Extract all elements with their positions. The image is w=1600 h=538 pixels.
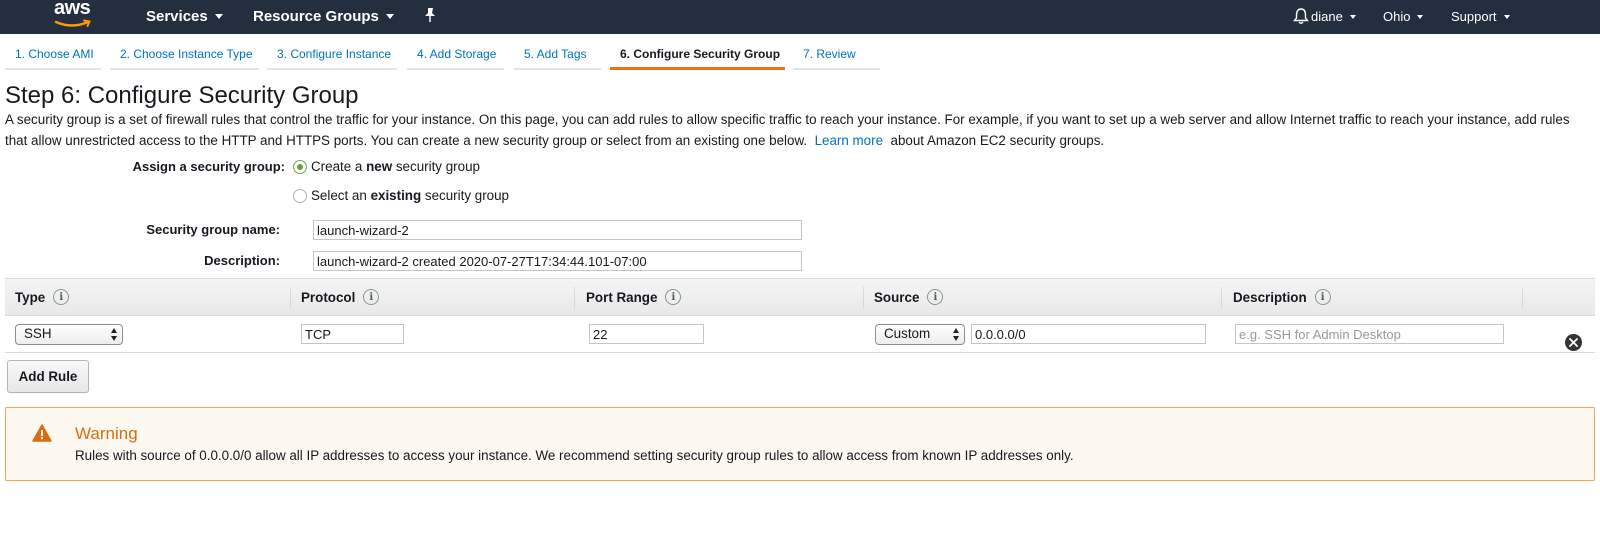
tab-configure-security-group[interactable]: 6. Configure Security Group [610, 40, 785, 70]
chevron-down-icon [1349, 14, 1356, 19]
info-icon[interactable]: i [1314, 289, 1331, 305]
description-input[interactable] [313, 251, 802, 271]
aws-smile-icon [54, 19, 91, 27]
warning-title: Warning [75, 424, 138, 443]
services-menu[interactable]: Services [146, 8, 223, 25]
radio-text-post: security group [392, 159, 480, 174]
warning-text: Rules with source of 0.0.0.0/0 allow all… [75, 448, 1074, 463]
assign-group-label: Assign a security group: [132, 159, 285, 174]
radio-text-pre: Select an [311, 188, 371, 203]
column-source-label: Source [874, 289, 920, 305]
port-range-input[interactable] [589, 324, 704, 344]
description-label: Description: [204, 253, 280, 268]
info-icon[interactable]: i [363, 289, 380, 305]
radio-text-pre: Create a [311, 159, 367, 174]
radio-select-existing-label: Select an existing security group [311, 188, 509, 203]
tab-choose-ami[interactable]: 1. Choose AMI [5, 40, 101, 70]
services-label: Services [146, 8, 208, 25]
chevron-down-icon [385, 14, 394, 19]
column-description: Description i [1233, 289, 1331, 305]
user-label: diane [1311, 9, 1343, 24]
source-select[interactable]: Custom [875, 324, 965, 345]
aws-logo[interactable]: aws [54, 0, 96, 34]
add-rule-button[interactable]: Add Rule [7, 360, 89, 393]
tab-add-tags[interactable]: 5. Add Tags [514, 40, 601, 70]
intro-text: A security group is a set of firewall ru… [5, 109, 1595, 151]
info-icon[interactable]: i [53, 289, 70, 305]
column-protocol-label: Protocol [301, 289, 356, 305]
source-cidr-input[interactable] [971, 324, 1206, 344]
aws-logo-text: aws [54, 0, 91, 19]
radio-select-existing[interactable]: Select an existing security group [293, 188, 509, 203]
close-icon [1569, 338, 1578, 347]
radio-text-post: security group [421, 188, 509, 203]
pin-icon[interactable] [423, 7, 437, 23]
info-icon[interactable]: i [927, 289, 944, 305]
remove-rule-icon[interactable] [1565, 334, 1582, 351]
column-port-range: Port Range i [586, 289, 682, 305]
region-label: Ohio [1383, 9, 1411, 24]
radio-button[interactable] [293, 188, 307, 203]
column-divider [863, 287, 864, 309]
radio-create-new-label: Create a new security group [311, 159, 480, 174]
security-group-name-label: Security group name: [146, 222, 280, 237]
radio-text-bold: existing [370, 188, 422, 203]
user-menu[interactable]: diane [1311, 9, 1356, 24]
radio-text-bold: new [366, 159, 393, 174]
wizard-steps: 1. Choose AMI 2. Choose Instance Type 3.… [0, 40, 1600, 70]
tab-review[interactable]: 7. Review [793, 40, 880, 70]
column-divider [1221, 287, 1222, 309]
column-protocol: Protocol i [301, 289, 380, 305]
source-select-value: Custom [884, 326, 931, 341]
select-arrows-icon [111, 328, 118, 341]
resource-groups-label: Resource Groups [253, 8, 379, 25]
type-select[interactable]: SSH [15, 324, 123, 345]
support-menu[interactable]: Support [1451, 9, 1510, 24]
intro-tail: about Amazon EC2 security groups. [890, 133, 1105, 148]
column-type-label: Type [15, 289, 46, 305]
warning-icon [32, 424, 52, 442]
top-nav: aws Services Resource Groups diane Ohio … [0, 0, 1600, 34]
radio-create-new[interactable]: Create a new security group [293, 159, 480, 174]
column-port-range-label: Port Range [586, 289, 658, 305]
rules-table-header: Type i Protocol i Port Range i Source i Desc… [5, 278, 1595, 316]
chevron-down-icon [214, 14, 223, 19]
intro-body: A security group is a set of firewall ru… [5, 112, 1570, 148]
tab-choose-instance-type[interactable]: 2. Choose Instance Type [110, 40, 259, 70]
column-divider [290, 287, 291, 309]
radio-button-selected[interactable] [293, 159, 307, 174]
support-label: Support [1451, 9, 1497, 24]
learn-more-link[interactable]: Learn more [815, 133, 883, 148]
resource-groups-menu[interactable]: Resource Groups [253, 8, 394, 25]
column-type: Type i [15, 289, 70, 305]
column-source: Source i [874, 289, 944, 305]
tab-add-storage[interactable]: 4. Add Storage [407, 40, 504, 70]
rule-description-input[interactable] [1235, 324, 1504, 344]
column-description-label: Description [1233, 289, 1307, 305]
region-menu[interactable]: Ohio [1383, 9, 1424, 24]
column-divider [1522, 287, 1523, 309]
tab-configure-instance[interactable]: 3. Configure Instance [267, 40, 397, 70]
security-group-name-input[interactable] [313, 220, 802, 240]
column-divider [574, 287, 575, 309]
warning-banner: Warning Rules with source of 0.0.0.0/0 a… [5, 407, 1595, 481]
select-arrows-icon [953, 328, 960, 341]
type-select-value: SSH [24, 326, 52, 341]
info-icon[interactable]: i [665, 289, 682, 305]
protocol-input[interactable] [301, 324, 404, 344]
bell-icon[interactable] [1293, 7, 1309, 25]
page-title: Step 6: Configure Security Group [5, 82, 359, 109]
chevron-down-icon [1503, 14, 1510, 19]
chevron-down-icon [1417, 14, 1424, 19]
